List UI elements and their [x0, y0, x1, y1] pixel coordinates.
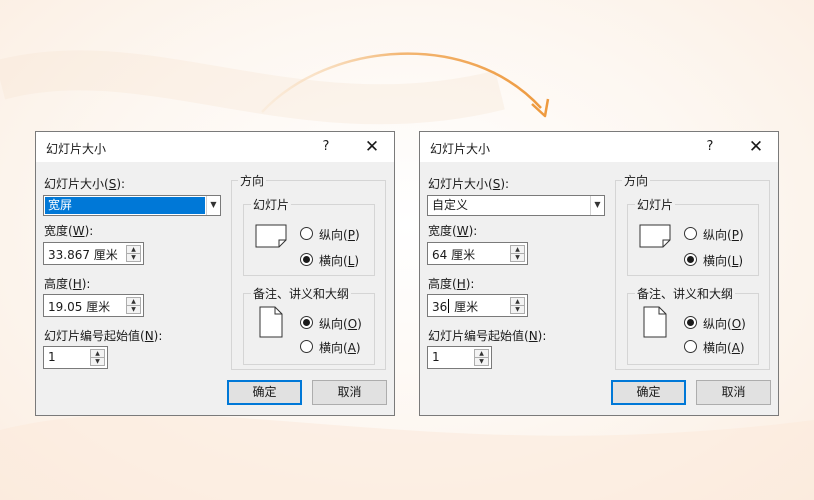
chevron-up-icon[interactable]: ▲	[91, 350, 104, 358]
numbering-stepper[interactable]: 1 ▲ ▼	[43, 346, 108, 369]
notes-portrait-label: 纵向(O)	[319, 317, 362, 331]
chevron-up-icon[interactable]: ▲	[511, 246, 524, 254]
dialog-titlebar: 幻灯片大小 ? ✕	[420, 132, 778, 162]
slide-size-value: 自定义	[432, 198, 469, 212]
slide-size-value: 宽屏	[45, 197, 205, 214]
numbering-label: 幻灯片编号起始值(N):	[428, 329, 547, 343]
width-label: 宽度(W):	[44, 224, 94, 238]
height-label: 高度(H):	[44, 277, 91, 291]
slide-size-dropdown[interactable]: 自定义 ▼	[427, 195, 605, 216]
width-value: 33.867 厘米	[48, 248, 118, 262]
landscape-page-icon	[255, 224, 287, 248]
width-stepper[interactable]: 64 厘米 ▲ ▼	[427, 242, 528, 265]
width-label: 宽度(W):	[428, 224, 478, 238]
close-icon[interactable]: ✕	[742, 135, 770, 159]
chevron-up-icon[interactable]: ▲	[511, 298, 524, 306]
slide-size-label: 幻灯片大小(S):	[44, 177, 126, 191]
chevron-up-icon[interactable]: ▲	[475, 350, 488, 358]
notes-portrait-label: 纵向(O)	[703, 317, 746, 331]
notes-portrait-radio[interactable]	[300, 316, 313, 329]
slide-size-dialog-left: 幻灯片大小 ? ✕ 幻灯片大小(S): 宽屏 ▼ 宽度(W): 33.867 厘…	[35, 131, 395, 416]
numbering-spin-buttons: ▲ ▼	[90, 349, 105, 366]
width-stepper[interactable]: 33.867 厘米 ▲ ▼	[43, 242, 144, 265]
dialog-titlebar: 幻灯片大小 ? ✕	[36, 132, 394, 162]
slides-landscape-radio[interactable]	[684, 253, 697, 266]
numbering-value: 1	[432, 350, 440, 364]
slides-landscape-label: 横向(L)	[319, 254, 360, 268]
height-stepper[interactable]: 36 厘米 ▲ ▼	[427, 294, 528, 317]
portrait-page-icon	[643, 306, 667, 338]
slides-portrait-label: 纵向(P)	[703, 228, 744, 242]
slides-landscape-label: 横向(L)	[703, 254, 744, 268]
width-spin-buttons: ▲ ▼	[126, 245, 141, 262]
slides-portrait-radio[interactable]	[300, 227, 313, 240]
chevron-up-icon[interactable]: ▲	[127, 246, 140, 254]
slides-portrait-label: 纵向(P)	[319, 228, 360, 242]
slide-size-label: 幻灯片大小(S):	[428, 177, 510, 191]
notes-landscape-label: 横向(A)	[703, 341, 745, 355]
notes-group-title: 备注、讲义和大纲	[635, 285, 736, 302]
width-value: 64 厘米	[432, 248, 476, 262]
notes-landscape-label: 横向(A)	[319, 341, 361, 355]
chevron-down-icon[interactable]: ▼	[206, 196, 220, 215]
close-icon[interactable]: ✕	[358, 135, 386, 159]
numbering-spin-buttons: ▲ ▼	[474, 349, 489, 366]
cancel-button[interactable]: 取消	[312, 380, 387, 405]
notes-landscape-radio[interactable]	[300, 340, 313, 353]
help-icon[interactable]: ?	[314, 137, 338, 157]
ok-button[interactable]: 确定	[611, 380, 686, 405]
slides-group-title: 幻灯片	[251, 196, 292, 213]
chevron-down-icon[interactable]: ▼	[590, 196, 604, 215]
cancel-button[interactable]: 取消	[696, 380, 771, 405]
ok-button[interactable]: 确定	[227, 380, 302, 405]
chevron-down-icon[interactable]: ▼	[511, 306, 524, 314]
slides-group-title: 幻灯片	[635, 196, 676, 213]
orientation-title: 方向	[622, 172, 651, 189]
slide-size-dropdown[interactable]: 宽屏 ▼	[43, 195, 221, 216]
slides-portrait-radio[interactable]	[684, 227, 697, 240]
chevron-down-icon[interactable]: ▼	[127, 254, 140, 262]
height-spin-buttons: ▲ ▼	[126, 297, 141, 314]
numbering-stepper[interactable]: 1 ▲ ▼	[427, 346, 492, 369]
height-stepper[interactable]: 19.05 厘米 ▲ ▼	[43, 294, 144, 317]
notes-portrait-radio[interactable]	[684, 316, 697, 329]
chevron-up-icon[interactable]: ▲	[127, 298, 140, 306]
notes-group-title: 备注、讲义和大纲	[251, 285, 352, 302]
landscape-page-icon	[639, 224, 671, 248]
help-icon[interactable]: ?	[698, 137, 722, 157]
chevron-down-icon[interactable]: ▼	[91, 358, 104, 366]
dialog-title: 幻灯片大小	[46, 142, 107, 156]
slide-size-dialog-right: 幻灯片大小 ? ✕ 幻灯片大小(S): 自定义 ▼ 宽度(W): 64 厘米 ▲…	[419, 131, 779, 416]
portrait-page-icon	[259, 306, 283, 338]
dialog-title: 幻灯片大小	[430, 142, 491, 156]
height-value: 36 厘米	[432, 299, 479, 314]
orientation-title: 方向	[238, 172, 267, 189]
chevron-down-icon[interactable]: ▼	[475, 358, 488, 366]
width-spin-buttons: ▲ ▼	[510, 245, 525, 262]
chevron-down-icon[interactable]: ▼	[127, 306, 140, 314]
height-value: 19.05 厘米	[48, 300, 111, 314]
height-label: 高度(H):	[428, 277, 475, 291]
numbering-value: 1	[48, 350, 56, 364]
notes-landscape-radio[interactable]	[684, 340, 697, 353]
chevron-down-icon[interactable]: ▼	[511, 254, 524, 262]
height-spin-buttons: ▲ ▼	[510, 297, 525, 314]
slides-landscape-radio[interactable]	[300, 253, 313, 266]
numbering-label: 幻灯片编号起始值(N):	[44, 329, 163, 343]
